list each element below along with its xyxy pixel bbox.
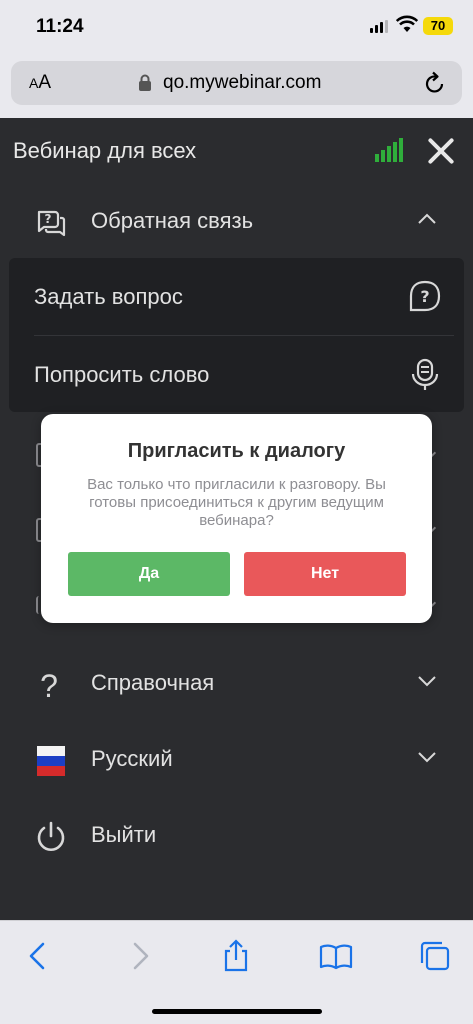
status-bar: 11:24 70	[0, 0, 473, 56]
close-icon[interactable]	[426, 136, 456, 166]
submenu-label-request-speech: Попросить слово	[34, 362, 210, 387]
submenu-item-ask-question[interactable]: Задать вопрос ?	[9, 258, 464, 334]
menu-item-language[interactable]: Русский	[0, 730, 473, 790]
menu-label-help: Справочная	[91, 670, 215, 695]
chevron-up-icon	[418, 213, 436, 224]
dialog-message: Вас только что пригласили к разговору. В…	[87, 476, 386, 529]
reader-text-size-button[interactable]: AA	[29, 72, 51, 94]
status-time: 11:24	[36, 16, 84, 37]
decline-button[interactable]: Нет	[244, 552, 406, 596]
submenu-item-request-speech[interactable]: Попросить слово	[9, 336, 464, 412]
power-icon	[37, 821, 65, 851]
question-icon: ?	[409, 280, 441, 312]
menu-item-feedback[interactable]: ? Обратная связь	[0, 192, 473, 252]
help-icon: ?	[40, 668, 58, 702]
menu-item-help[interactable]: ? Справочная	[0, 654, 473, 714]
share-icon[interactable]	[219, 939, 253, 973]
chevron-down-icon	[418, 676, 436, 687]
url-text[interactable]: qo.mywebinar.com	[163, 72, 321, 94]
invite-dialog: Пригласить к диалогу Вас только что приг…	[41, 414, 432, 623]
back-icon[interactable]	[22, 939, 56, 973]
feedback-submenu: Задать вопрос ? Попросить слово	[9, 258, 464, 412]
menu-label-language: Русский	[91, 746, 173, 771]
forward-icon[interactable]	[122, 939, 156, 973]
wifi-icon	[396, 15, 418, 32]
flag-ru-icon	[37, 746, 65, 776]
feedback-icon: ?	[37, 210, 66, 237]
bookmarks-icon[interactable]	[319, 939, 353, 973]
svg-text:?: ?	[40, 668, 58, 702]
cellular-signal-icon	[370, 20, 388, 33]
chevron-down-icon	[418, 752, 436, 763]
accept-button[interactable]: Да	[68, 552, 230, 596]
submenu-label-ask-question: Задать вопрос	[34, 284, 183, 309]
battery-indicator: 70	[423, 17, 453, 35]
menu-item-logout[interactable]: Выйти	[0, 806, 473, 866]
reload-icon[interactable]	[424, 71, 446, 95]
menu-label-feedback: Обратная связь	[91, 208, 254, 233]
home-indicator	[152, 1009, 322, 1014]
svg-text:?: ?	[45, 212, 52, 226]
menu-label-logout: Выйти	[91, 822, 157, 847]
tabs-icon[interactable]	[418, 939, 452, 973]
signal-icon	[375, 138, 403, 162]
page-title: Вебинар для всех	[13, 138, 197, 163]
address-bar[interactable]: AA qo.mywebinar.com	[11, 61, 462, 105]
microphone-icon	[411, 358, 439, 390]
lock-icon	[139, 74, 151, 91]
svg-text:?: ?	[420, 287, 429, 306]
dialog-title: Пригласить к диалогу	[127, 440, 346, 462]
